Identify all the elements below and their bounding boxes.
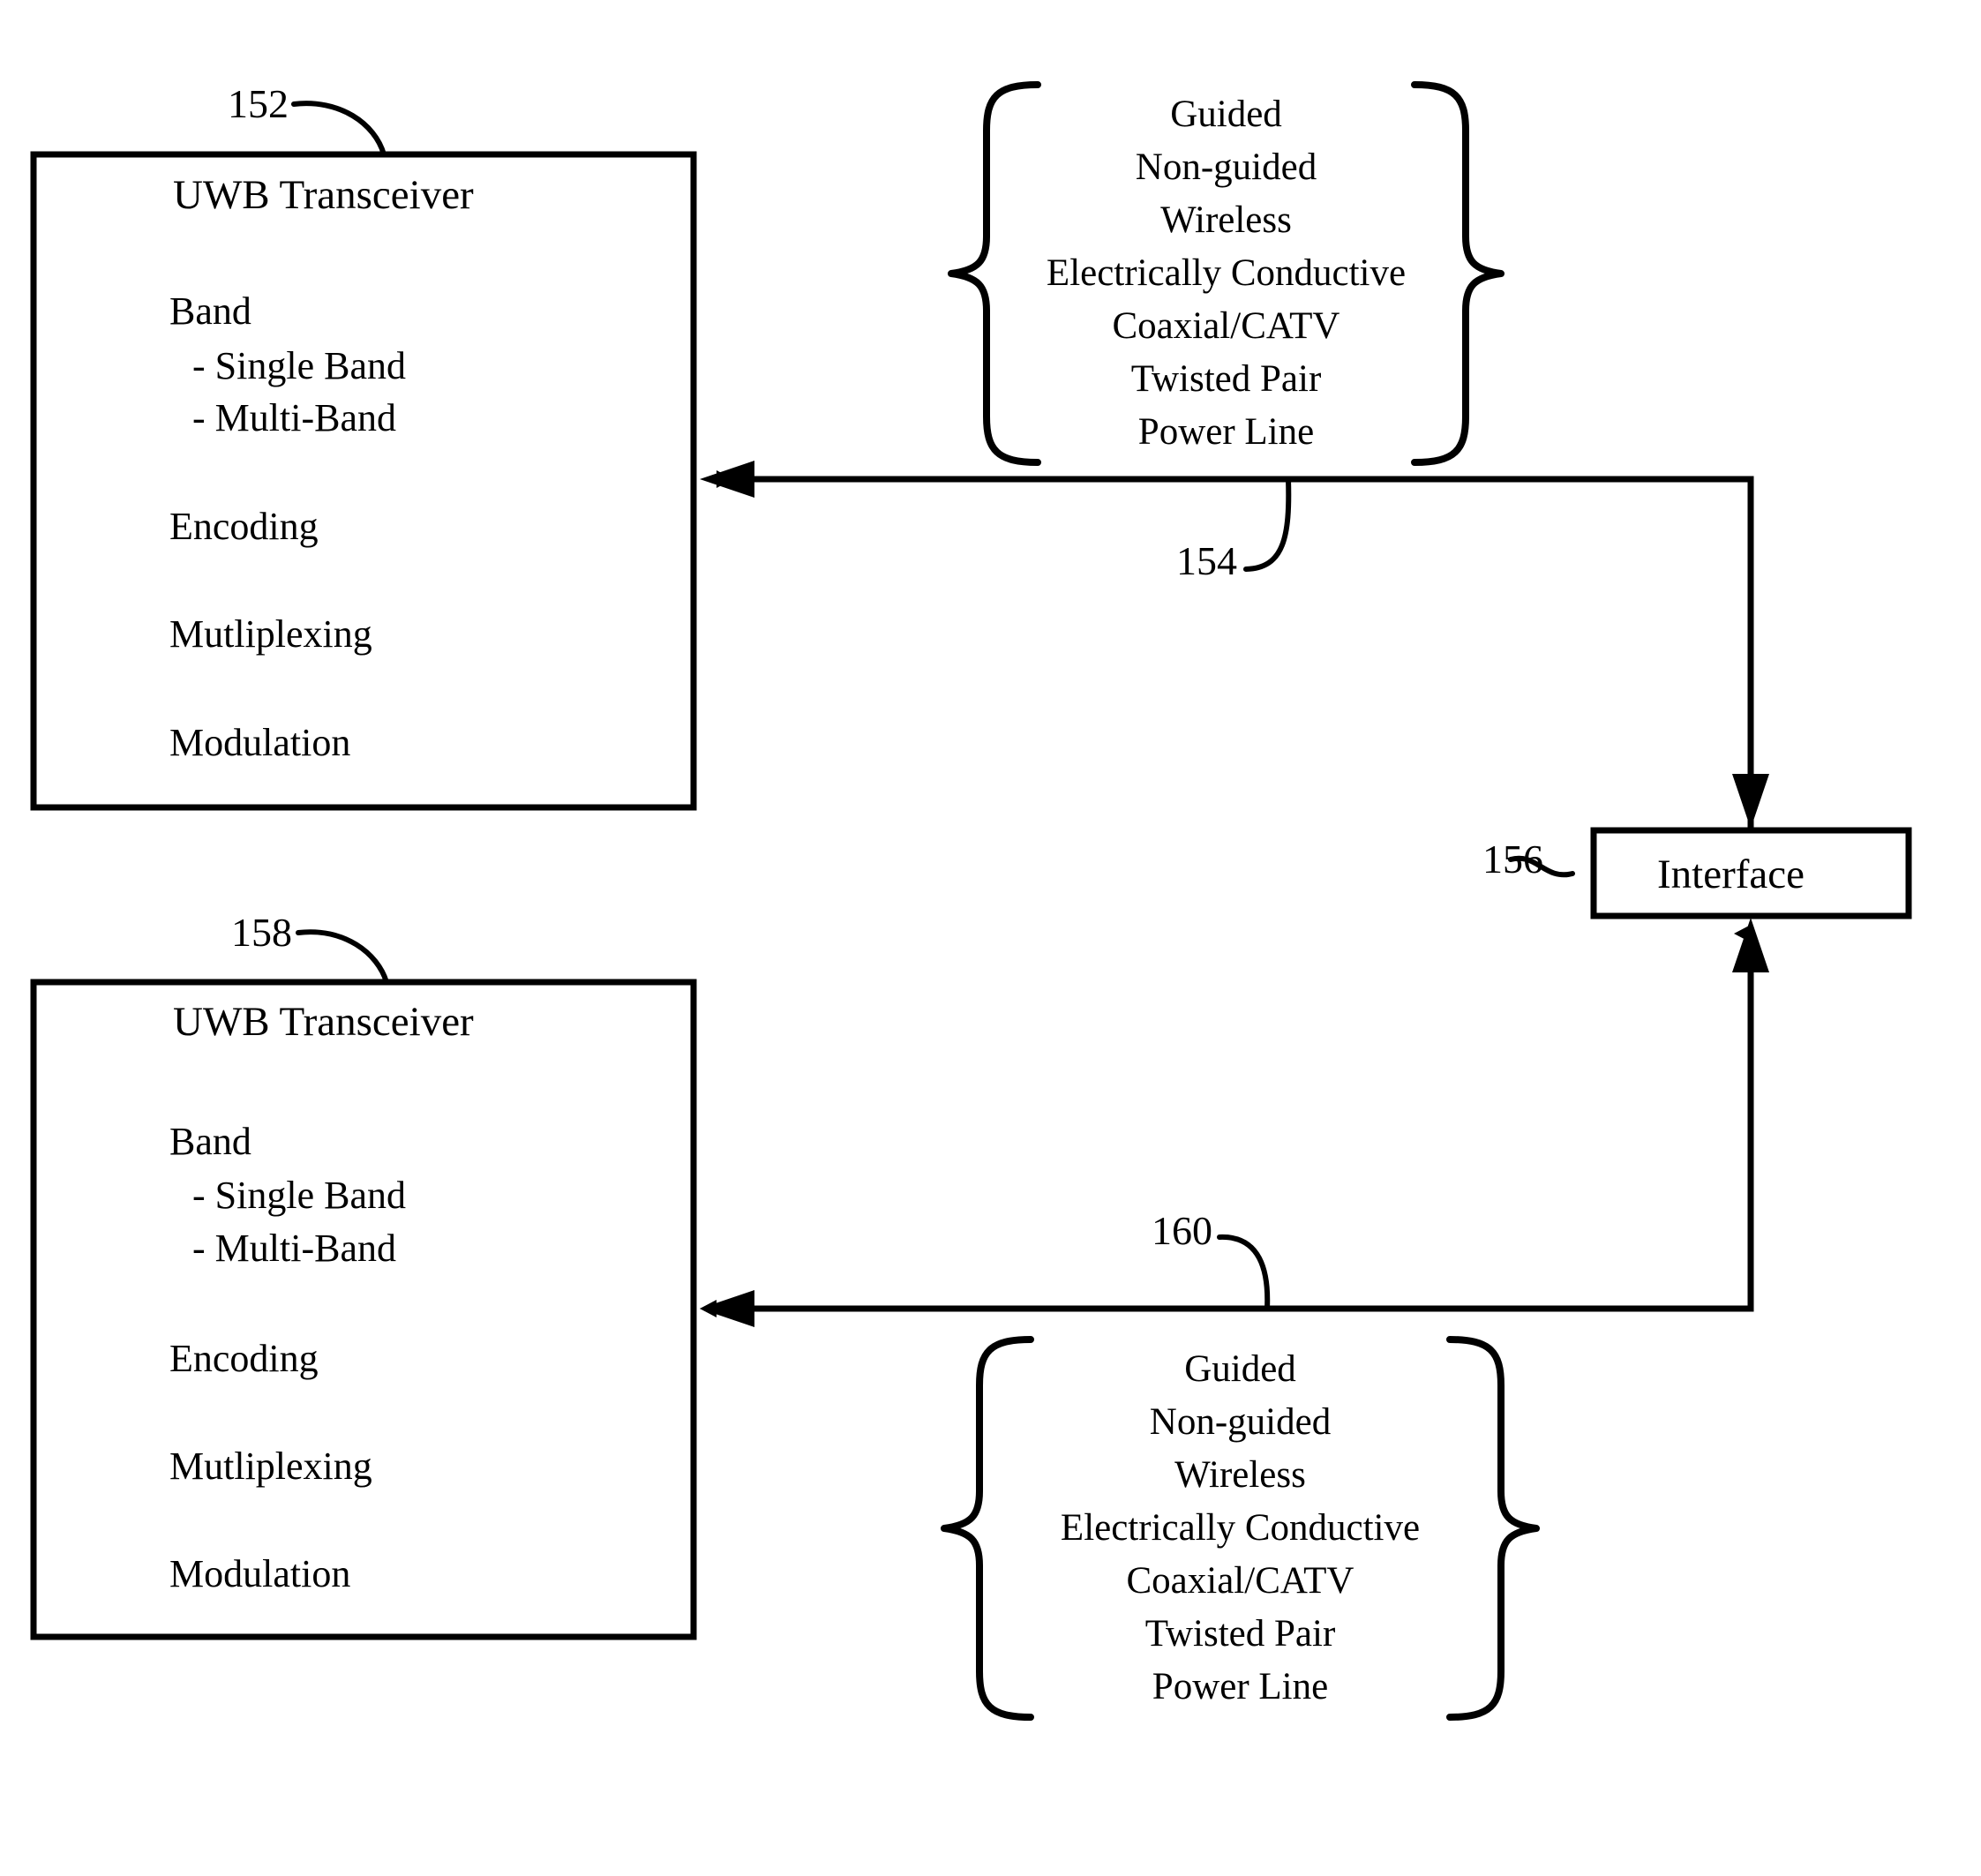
media-type-electrically-conductive: Electrically Conductive	[1060, 1507, 1421, 1549]
media-type-wireless: Wireless	[1160, 199, 1292, 241]
transceiver-top-title: UWB Transceiver	[173, 172, 474, 218]
transceiver-top-item-encoding: Encoding	[169, 505, 319, 548]
interface-label: Interface	[1657, 852, 1805, 897]
transceiver-top-subitem-multi-band: - Multi-Band	[192, 396, 396, 439]
ref-numeral-158: 158	[231, 910, 292, 955]
transceiver-bottom-item-encoding: Encoding	[169, 1337, 319, 1380]
transceiver-bottom-item-modulation: Modulation	[169, 1552, 351, 1595]
media-type-non-guided: Non-guided	[1149, 1401, 1332, 1443]
link-top-media-list: Guided Non-guided Wireless Electrically …	[987, 88, 1466, 459]
ref-numeral-154: 154	[1176, 538, 1237, 583]
media-type-power-line: Power Line	[1137, 411, 1315, 453]
media-type-coaxial-catv: Coaxial/CATV	[1126, 1560, 1354, 1602]
leader-160	[1217, 1234, 1271, 1311]
transceiver-bottom-item-band: Band	[169, 1120, 251, 1163]
transceiver-top-subitem-single-band: - Single Band	[192, 344, 406, 387]
transceiver-top-box	[30, 151, 697, 811]
media-type-guided: Guided	[1170, 94, 1282, 135]
transceiver-bottom-box	[30, 979, 697, 1640]
leader-154	[1243, 477, 1292, 572]
patent-figure: 152 UWB Transceiver Band - Single Band -…	[0, 0, 1981, 1876]
media-type-twisted-pair: Twisted Pair	[1144, 1613, 1336, 1655]
connector-154-down-arrowhead	[1732, 774, 1769, 829]
connector-160	[700, 925, 1754, 1317]
transceiver-top-item-modulation: Modulation	[169, 721, 351, 764]
media-type-twisted-pair: Twisted Pair	[1130, 358, 1322, 400]
media-type-coaxial-catv: Coaxial/CATV	[1112, 305, 1340, 347]
leader-152	[291, 101, 386, 157]
transceiver-bottom-subitem-single-band: - Single Band	[192, 1174, 406, 1217]
connector-154-arrowhead	[700, 461, 754, 498]
media-type-guided: Guided	[1184, 1348, 1296, 1390]
media-type-non-guided: Non-guided	[1135, 146, 1317, 188]
media-type-electrically-conductive: Electrically Conductive	[1046, 252, 1407, 294]
leader-158	[296, 929, 389, 985]
transceiver-bottom-subitem-multi-band: - Multi-Band	[192, 1227, 396, 1270]
ref-numeral-160: 160	[1152, 1208, 1212, 1253]
ref-numeral-156: 156	[1482, 837, 1543, 882]
connector-160-arrowhead	[700, 1290, 754, 1327]
media-type-wireless: Wireless	[1174, 1454, 1306, 1496]
connector-154	[717, 470, 1754, 830]
ref-numeral-152: 152	[228, 81, 289, 126]
transceiver-top-item-band: Band	[169, 289, 251, 333]
link-bottom-media-list: Guided Non-guided Wireless Electrically …	[979, 1343, 1501, 1714]
connector-160-up-arrowhead	[1732, 918, 1769, 972]
transceiver-bottom-title: UWB Transceiver	[173, 999, 474, 1045]
media-type-power-line: Power Line	[1152, 1666, 1329, 1707]
transceiver-top-item-multiplexing: Mutliplexing	[169, 612, 372, 656]
transceiver-bottom-item-multiplexing: Mutliplexing	[169, 1445, 372, 1488]
